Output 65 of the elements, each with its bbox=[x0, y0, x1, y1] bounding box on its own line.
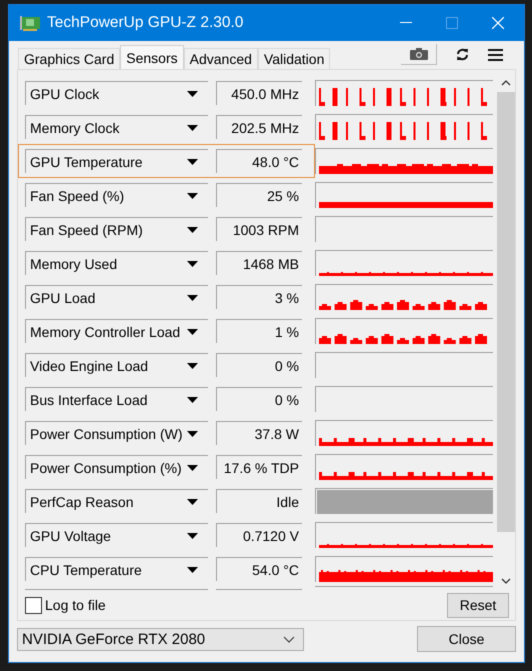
tab[interactable]: Sensors bbox=[120, 45, 184, 69]
sensor-select[interactable]: Memory Clock bbox=[25, 115, 208, 139]
sensor-value: 0 % bbox=[216, 387, 302, 411]
sensor-value: 202.5 MHz bbox=[216, 115, 302, 139]
dropdown-arrow-icon[interactable] bbox=[187, 328, 198, 334]
dropdown-arrow-icon[interactable] bbox=[187, 566, 198, 572]
tab[interactable]: Graphics Card bbox=[18, 48, 120, 69]
sensor-value: 48.0 °C bbox=[216, 149, 302, 173]
dropdown-arrow-icon[interactable] bbox=[187, 294, 198, 300]
sensor-select[interactable]: Fan Speed (%) bbox=[25, 183, 208, 207]
dropdown-arrow-icon[interactable] bbox=[187, 464, 198, 470]
menu-icon[interactable] bbox=[488, 49, 503, 61]
sensor-select[interactable]: Memory Used bbox=[25, 251, 208, 275]
sensor-select[interactable]: Video Engine Load bbox=[25, 353, 208, 377]
sensor-value: 17.6 % TDP bbox=[216, 455, 302, 479]
sensor-select[interactable]: GPU Temperature bbox=[25, 149, 208, 173]
dropdown-arrow-icon[interactable] bbox=[187, 498, 198, 504]
tab[interactable]: Advanced bbox=[184, 48, 258, 69]
sensor-select[interactable]: PerfCap Reason bbox=[25, 489, 208, 513]
dropdown-arrow-icon[interactable] bbox=[187, 362, 198, 368]
minimize-icon[interactable] bbox=[400, 22, 412, 24]
sensor-value: 450.0 MHz bbox=[216, 81, 302, 105]
sensor-select[interactable]: GPU Voltage bbox=[25, 523, 208, 547]
camera-icon[interactable] bbox=[410, 48, 428, 60]
dropdown-arrow-icon[interactable] bbox=[187, 158, 198, 164]
sensor-select[interactable]: Power Consumption (%) bbox=[25, 455, 208, 479]
sensor-value: 1 % bbox=[216, 319, 302, 343]
dropdown-arrow-icon[interactable] bbox=[187, 396, 198, 402]
camera-button[interactable] bbox=[401, 44, 437, 65]
sensor-value: 54.0 °C bbox=[216, 557, 302, 581]
sensor-select[interactable]: Memory Controller Load bbox=[25, 319, 208, 343]
dropdown-arrow-icon[interactable] bbox=[187, 430, 198, 436]
gpu-dropdown[interactable]: NVIDIA GeForce RTX 2080 bbox=[17, 628, 304, 650]
scroll-down-icon[interactable] bbox=[501, 578, 511, 584]
close-icon[interactable] bbox=[492, 17, 504, 29]
dropdown-arrow-icon[interactable] bbox=[187, 260, 198, 266]
dropdown-arrow-icon[interactable] bbox=[187, 90, 198, 96]
checkbox-label: Log to file bbox=[45, 597, 106, 613]
log-checkbox[interactable] bbox=[25, 596, 42, 614]
graphics-card-icon bbox=[20, 15, 40, 31]
dropdown-arrow-icon[interactable] bbox=[187, 192, 198, 198]
chevron-down-icon[interactable] bbox=[283, 636, 295, 642]
refresh-icon[interactable] bbox=[456, 48, 469, 61]
sensor-value: 1003 RPM bbox=[216, 217, 302, 241]
dropdown-arrow-icon[interactable] bbox=[187, 226, 198, 232]
sensor-select[interactable]: GPU Load bbox=[25, 285, 208, 309]
sensor-select[interactable]: CPU Temperature bbox=[25, 557, 208, 581]
sensor-value: 37.8 W bbox=[216, 421, 302, 445]
sensor-select[interactable]: Bus Interface Load bbox=[25, 387, 208, 411]
sensor-value: 0.7120 V bbox=[216, 523, 302, 547]
close-button[interactable]: Close bbox=[417, 626, 516, 652]
sensor-select[interactable]: GPU Clock bbox=[25, 81, 208, 105]
sensor-select[interactable]: Fan Speed (RPM) bbox=[25, 217, 208, 241]
sensor-select[interactable]: Power Consumption (W) bbox=[25, 421, 208, 445]
sensor-value: 1468 MB bbox=[216, 251, 302, 275]
dropdown-arrow-icon[interactable] bbox=[187, 532, 198, 538]
sensor-value: 25 % bbox=[216, 183, 302, 207]
reset-button[interactable]: Reset bbox=[447, 592, 509, 618]
scroll-up-icon[interactable] bbox=[501, 80, 511, 86]
tab[interactable]: Validation bbox=[258, 48, 330, 69]
sensor-value: 3 % bbox=[216, 285, 302, 309]
window-title: TechPowerUp GPU-Z 2.30.0 bbox=[47, 14, 244, 32]
sensor-value: Idle bbox=[216, 489, 302, 513]
dropdown-arrow-icon[interactable] bbox=[187, 124, 198, 130]
sensor-value: 0 % bbox=[216, 353, 302, 377]
